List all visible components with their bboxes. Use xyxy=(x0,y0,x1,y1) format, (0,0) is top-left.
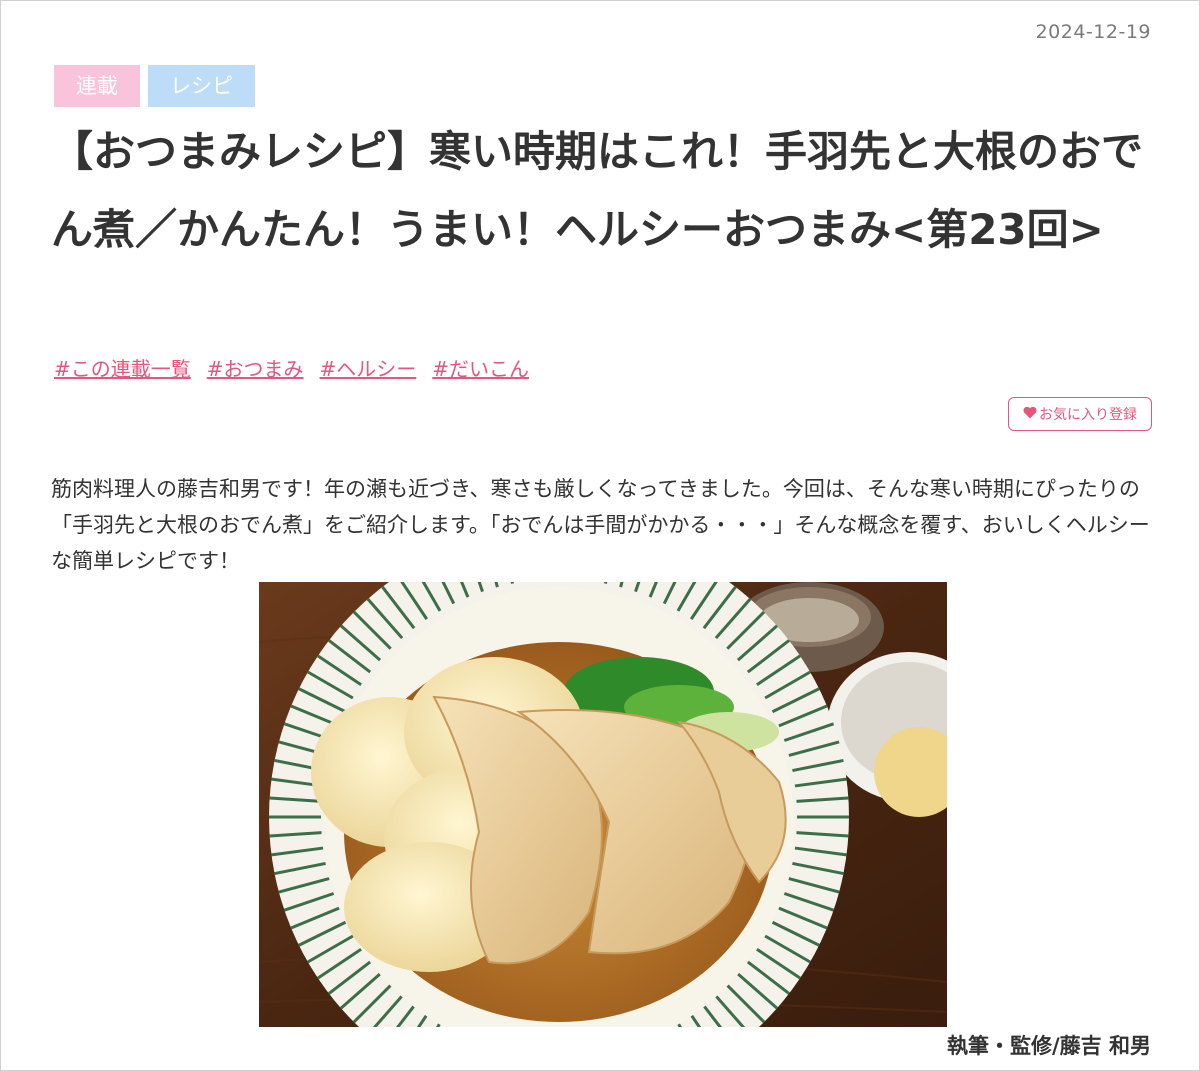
article-title: 【おつまみレシピ】寒い時期はこれ！手羽先と大根のおでん煮／かんたん！うまい！ヘル… xyxy=(51,127,1144,254)
tag-healthy[interactable]: #ヘルシー xyxy=(320,353,417,382)
article-photo xyxy=(259,582,947,1027)
favorite-button[interactable]: お気に入り登録 xyxy=(1008,397,1152,431)
heart-icon xyxy=(1023,406,1037,423)
publish-date: 2024-12-19 xyxy=(1035,21,1151,43)
tag-daikon[interactable]: #だいこん xyxy=(432,353,529,382)
category-labels: 連載 レシピ xyxy=(54,65,255,107)
tag-otsumami[interactable]: #おつまみ xyxy=(207,353,304,382)
favorite-label: お気に入り登録 xyxy=(1039,407,1137,423)
lead-paragraph: 筋肉料理人の藤吉和男です！年の瀬も近づき、寒さも厳しくなってきました。今回は、そ… xyxy=(51,477,1150,573)
author-credit: 執筆・監修/藤吉 和男 xyxy=(947,1034,1151,1058)
category-serial[interactable]: 連載 xyxy=(54,65,140,107)
tag-series-list[interactable]: #この連載一覧 xyxy=(54,353,191,382)
tag-list: #この連載一覧 #おつまみ #ヘルシー #だいこん xyxy=(54,353,529,382)
category-recipe[interactable]: レシピ xyxy=(148,65,255,107)
article-page: 2024-12-19 連載 レシピ 【おつまみレシピ】寒い時期はこれ！手羽先と大… xyxy=(0,0,1200,1071)
